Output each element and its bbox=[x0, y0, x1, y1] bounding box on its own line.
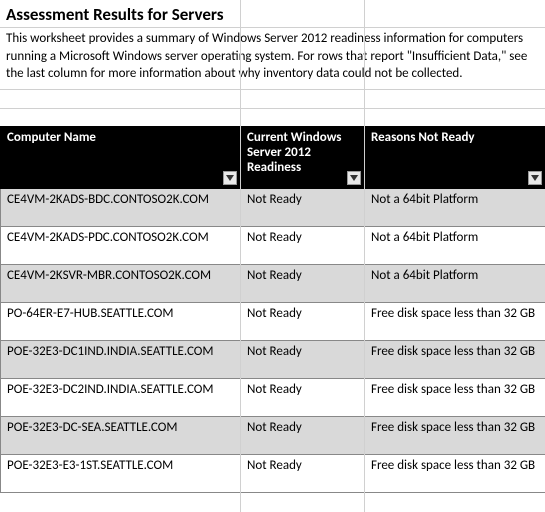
cell-computer-name: PO-64ER-E7-HUB.SEATTLE.COM bbox=[1, 302, 241, 340]
table-row: POE-32E3-DC-SEA.SEATTLE.COM Not Ready Fr… bbox=[1, 416, 545, 454]
filter-dropdown-icon[interactable] bbox=[528, 171, 542, 185]
page-description: This worksheet provides a summary of Win… bbox=[0, 28, 545, 90]
cell-reason: Not a 64bit Platform bbox=[365, 264, 545, 302]
column-label: Computer Name bbox=[7, 130, 96, 145]
cell-reason: Not a 64bit Platform bbox=[365, 226, 545, 264]
table-row: CE4VM-2KADS-PDC.CONTOSO2K.COM Not Ready … bbox=[1, 226, 545, 264]
cell-computer-name: POE-32E3-DC-SEA.SEATTLE.COM bbox=[1, 416, 241, 454]
cell-reason: Not a 64bit Platform bbox=[365, 188, 545, 226]
page-title: Assessment Results for Servers bbox=[0, 0, 545, 28]
cell-reason: Free disk space less than 32 GB bbox=[365, 340, 545, 378]
table-row: POE-32E3-DC1IND.INDIA.SEATTLE.COM Not Re… bbox=[1, 340, 545, 378]
column-label: Reasons Not Ready bbox=[371, 130, 475, 145]
cell-computer-name: CE4VM-2KADS-BDC.CONTOSO2K.COM bbox=[1, 188, 241, 226]
table-body: CE4VM-2KADS-BDC.CONTOSO2K.COM Not Ready … bbox=[1, 188, 545, 492]
column-label: Current Windows Server 2012 Readiness bbox=[247, 130, 341, 175]
filter-dropdown-icon[interactable] bbox=[347, 171, 361, 185]
table-row: POE-32E3-E3-1ST.SEATTLE.COM Not Ready Fr… bbox=[1, 454, 545, 492]
filter-dropdown-icon[interactable] bbox=[223, 171, 237, 185]
cell-computer-name: POE-32E3-E3-1ST.SEATTLE.COM bbox=[1, 454, 241, 492]
cell-readiness: Not Ready bbox=[241, 226, 365, 264]
cell-reason: Free disk space less than 32 GB bbox=[365, 378, 545, 416]
column-header-computer-name[interactable]: Computer Name bbox=[1, 126, 241, 188]
column-header-reasons[interactable]: Reasons Not Ready bbox=[365, 126, 545, 188]
cell-readiness: Not Ready bbox=[241, 454, 365, 492]
cell-readiness: Not Ready bbox=[241, 416, 365, 454]
table-row: PO-64ER-E7-HUB.SEATTLE.COM Not Ready Fre… bbox=[1, 302, 545, 340]
table-row: CE4VM-2KADS-BDC.CONTOSO2K.COM Not Ready … bbox=[1, 188, 545, 226]
cell-computer-name: POE-32E3-DC2IND.INDIA.SEATTLE.COM bbox=[1, 378, 241, 416]
column-header-readiness[interactable]: Current Windows Server 2012 Readiness bbox=[241, 126, 365, 188]
cell-readiness: Not Ready bbox=[241, 188, 365, 226]
table-row: POE-32E3-DC2IND.INDIA.SEATTLE.COM Not Re… bbox=[1, 378, 545, 416]
table-row: CE4VM-2KSVR-MBR.CONTOSO2K.COM Not Ready … bbox=[1, 264, 545, 302]
cell-reason: Free disk space less than 32 GB bbox=[365, 416, 545, 454]
cell-reason: Free disk space less than 32 GB bbox=[365, 302, 545, 340]
cell-computer-name: POE-32E3-DC1IND.INDIA.SEATTLE.COM bbox=[1, 340, 241, 378]
spacer bbox=[0, 90, 545, 126]
cell-readiness: Not Ready bbox=[241, 264, 365, 302]
cell-readiness: Not Ready bbox=[241, 340, 365, 378]
cell-readiness: Not Ready bbox=[241, 302, 365, 340]
cell-readiness: Not Ready bbox=[241, 378, 365, 416]
cell-computer-name: CE4VM-2KSVR-MBR.CONTOSO2K.COM bbox=[1, 264, 241, 302]
results-table: Computer Name Current Windows Server 201… bbox=[0, 126, 545, 493]
cell-computer-name: CE4VM-2KADS-PDC.CONTOSO2K.COM bbox=[1, 226, 241, 264]
cell-reason: Free disk space less than 32 GB bbox=[365, 454, 545, 492]
